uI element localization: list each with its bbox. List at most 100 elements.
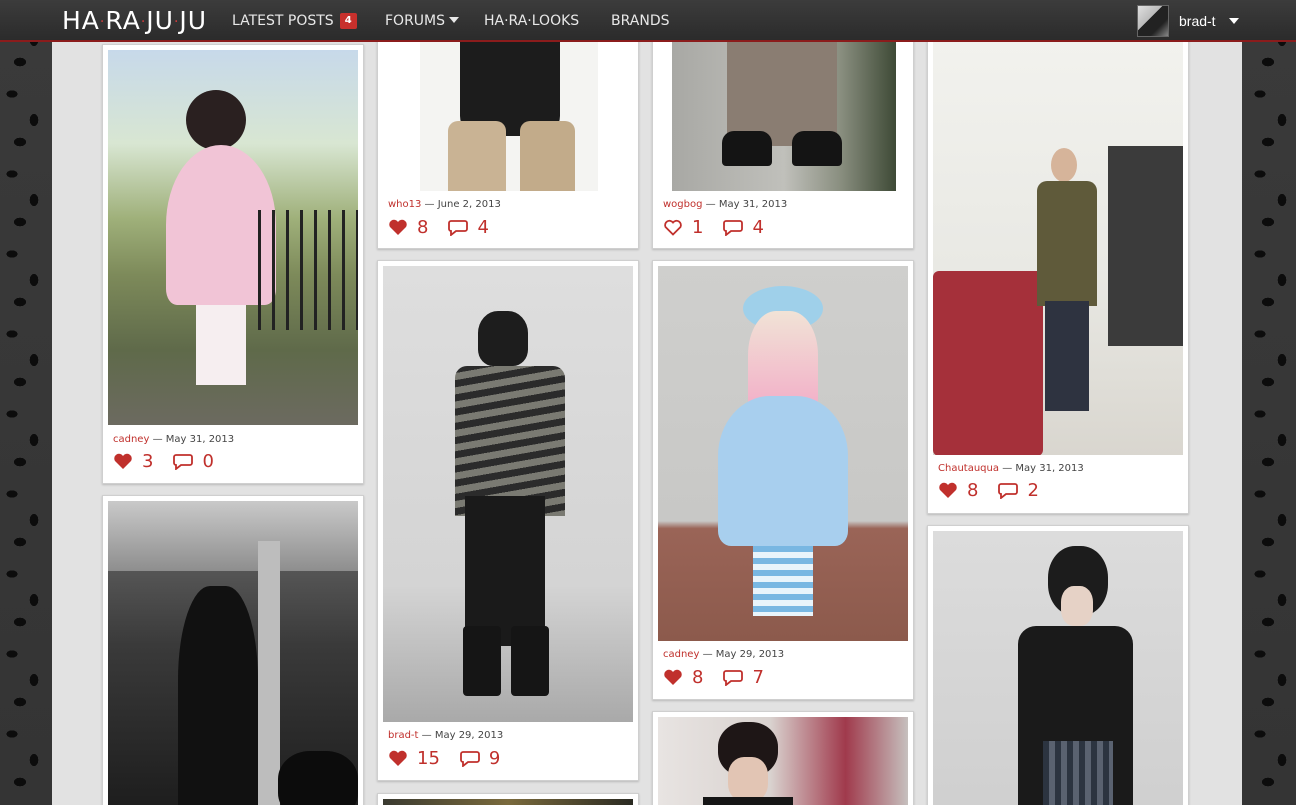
logo-part: RA (105, 6, 141, 35)
look-card[interactable]: cadney — May 29, 2013 8 7 (652, 260, 914, 700)
user-menu-name[interactable]: brad-t (1179, 0, 1216, 42)
avatar[interactable] (1137, 5, 1169, 37)
look-card[interactable] (652, 711, 914, 805)
like-count: 3 (142, 450, 154, 472)
like-button[interactable]: 15 (388, 748, 440, 769)
photo-detail (1061, 586, 1093, 626)
comment-icon (448, 219, 469, 236)
author-link[interactable]: cadney (113, 434, 149, 445)
comment-button[interactable]: 4 (723, 216, 764, 238)
heart-icon (664, 669, 682, 685)
heart-icon (939, 482, 957, 498)
photo-detail (186, 90, 246, 150)
comment-count: 4 (752, 216, 764, 238)
author-link[interactable]: brad-t (388, 730, 418, 741)
author-link[interactable]: who13 (388, 199, 421, 210)
post-stats: 8 2 (938, 478, 1059, 502)
nav-forums-label: FORUMS (385, 13, 446, 29)
photo-detail (520, 121, 575, 191)
photo-detail (511, 626, 549, 696)
photo-detail (792, 131, 842, 166)
look-photo[interactable] (383, 799, 633, 805)
post-stats: 8 7 (663, 665, 784, 689)
photo-detail (1051, 148, 1077, 182)
comment-icon (998, 482, 1019, 499)
photo-detail (196, 305, 246, 385)
post-date: — June 2, 2013 (424, 199, 501, 210)
look-photo[interactable] (658, 266, 908, 641)
look-card[interactable]: Chautauqua — May 31, 2013 8 2 (927, 30, 1189, 514)
photo-detail (478, 311, 528, 366)
like-button[interactable]: 3 (113, 451, 153, 472)
author-link[interactable]: wogbog (663, 199, 702, 210)
look-card[interactable]: brad-t — May 29, 2013 15 9 (377, 260, 639, 781)
look-card[interactable]: cadney — May 31, 2013 3 0 (102, 44, 364, 484)
photo-detail (278, 751, 358, 805)
like-button[interactable]: 1 (663, 217, 703, 238)
author-link[interactable]: cadney (663, 649, 699, 660)
heart-outline-icon (664, 219, 682, 236)
photo-detail (718, 396, 848, 546)
logo-part: JU (146, 6, 174, 35)
logo-part: HA (62, 6, 100, 35)
heart-icon (389, 750, 407, 766)
photo-detail (703, 797, 793, 805)
post-date: — May 29, 2013 (702, 649, 785, 660)
post-date: — May 31, 2013 (152, 434, 235, 445)
comment-button[interactable]: 9 (460, 748, 500, 769)
comment-icon (460, 750, 480, 767)
comment-icon (723, 219, 744, 236)
nav-brands-label: BRANDS (611, 13, 670, 29)
post-date: — May 31, 2013 (1002, 463, 1084, 474)
post-stats: 1 4 (663, 215, 784, 239)
photo-detail (1043, 741, 1113, 805)
nav-brands[interactable]: BRANDS (611, 0, 669, 42)
chevron-down-icon[interactable] (1229, 18, 1239, 24)
look-card[interactable] (377, 793, 639, 805)
heart-icon (389, 219, 407, 235)
photo-detail (448, 121, 506, 191)
nav-forums[interactable]: FORUMS (385, 0, 460, 42)
latest-posts-count-badge: 4 (339, 13, 357, 29)
like-button[interactable]: 8 (663, 667, 703, 688)
post-stats: 8 4 (388, 215, 509, 239)
look-photo[interactable] (383, 266, 633, 722)
look-photo[interactable] (108, 501, 358, 805)
like-button[interactable]: 8 (938, 480, 978, 501)
comment-button[interactable]: 4 (448, 216, 489, 238)
site-logo[interactable]: HA·RA·JU·JU (62, 5, 207, 37)
photo-detail (728, 757, 768, 802)
comment-button[interactable]: 0 (173, 450, 214, 472)
look-card[interactable] (102, 495, 364, 805)
like-count: 8 (692, 666, 704, 688)
chevron-down-icon (449, 17, 460, 23)
photo-detail (258, 210, 358, 330)
comment-count: 4 (477, 216, 489, 238)
post-meta: Chautauqua — May 31, 2013 (938, 463, 1084, 474)
post-meta: wogbog — May 31, 2013 (663, 199, 787, 210)
comment-icon (173, 453, 194, 470)
nav-haralooks[interactable]: HA·RA·LOOKS (484, 0, 579, 42)
look-photo[interactable] (658, 717, 908, 805)
photo-detail (465, 496, 545, 646)
like-count: 8 (417, 216, 429, 238)
post-date: — May 29, 2013 (421, 730, 504, 741)
logo-part: JU (179, 6, 208, 35)
like-count: 8 (967, 479, 979, 501)
photo-detail (455, 366, 565, 516)
photo-detail (753, 546, 813, 616)
like-button[interactable]: 8 (388, 217, 428, 238)
comment-button[interactable]: 7 (723, 667, 764, 688)
like-count: 1 (692, 216, 704, 238)
nav-latest-posts[interactable]: LATEST POSTS 4 (232, 0, 357, 42)
photo-detail (1037, 181, 1097, 306)
comment-count: 0 (202, 450, 214, 472)
look-photo[interactable] (108, 50, 358, 425)
photo-detail (933, 271, 1043, 455)
look-photo[interactable] (933, 531, 1183, 805)
photo-detail (1108, 146, 1183, 346)
author-link[interactable]: Chautauqua (938, 463, 999, 474)
look-photo[interactable] (933, 36, 1183, 455)
look-card[interactable] (927, 525, 1189, 805)
comment-button[interactable]: 2 (998, 480, 1039, 501)
